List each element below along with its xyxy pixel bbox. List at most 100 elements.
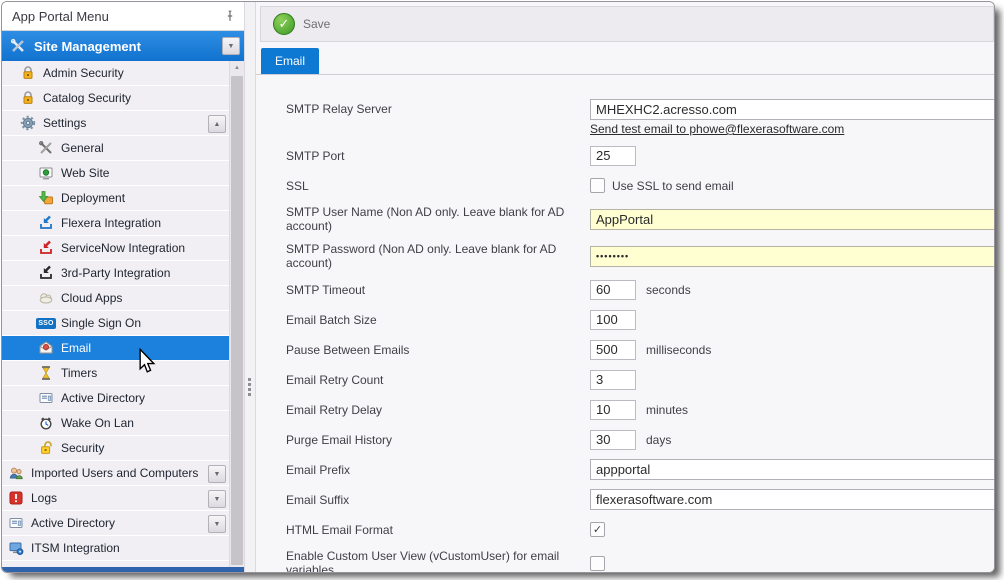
sidebar-item-general[interactable]: General (2, 135, 230, 160)
sidebar-item-flexera-integration[interactable]: Flexera Integration (2, 210, 230, 235)
save-button-label: Save (303, 17, 330, 31)
sidebar-section-site-management[interactable]: Site Management ▼ (2, 31, 244, 61)
sso-icon: SSO (37, 315, 55, 331)
field-label: SMTP User Name (Non AD only. Leave blank… (286, 205, 590, 233)
integration-dark-icon (37, 265, 55, 281)
sidebar: App Portal Menu Site Management ▼ Admin … (2, 2, 244, 572)
pause-between-emails-input[interactable] (590, 340, 636, 360)
sidebar-item-item[interactable] (2, 560, 230, 567)
sidebar-item-logs[interactable]: Logs ▼ (2, 485, 230, 510)
users-icon (7, 465, 25, 481)
save-button[interactable]: ✓ Save (269, 10, 340, 38)
tools-icon (37, 140, 55, 156)
form-row-email-retry-delay: Email Retry Delay minutes (286, 399, 995, 420)
field-label: HTML Email Format (286, 523, 590, 537)
form-row-smtp-port: SMTP Port (286, 145, 995, 166)
sidebar-item-3rd-party-integration[interactable]: 3rd-Party Integration (2, 260, 230, 285)
field-label: Enable Custom User View (vCustomUser) fo… (286, 549, 590, 572)
menu-title: App Portal Menu (12, 9, 222, 24)
sidebar-item-imported-users-and-computers[interactable]: Imported Users and Computers ▼ (2, 460, 230, 485)
scrollbar-thumb[interactable] (231, 76, 243, 565)
collapse-toggle-icon[interactable]: ▲ (208, 115, 226, 133)
sidebar-item-servicenow-integration[interactable]: ServiceNow Integration (2, 235, 230, 260)
field-label: Email Retry Count (286, 373, 590, 387)
sidebar-scrollbar[interactable]: ▲ (229, 61, 244, 567)
form-row-email-suffix: Email Suffix (286, 489, 995, 510)
expand-toggle-icon[interactable]: ▼ (208, 490, 226, 508)
email-batch-size-input[interactable] (590, 310, 636, 330)
sidebar-header: App Portal Menu (2, 2, 244, 31)
email-icon (37, 340, 55, 356)
form-row-purge-email-history: Purge Email History days (286, 429, 995, 450)
sidebar-item-settings[interactable]: Settings ▲ (2, 110, 230, 135)
email-prefix-input[interactable] (590, 459, 995, 480)
field-label: Email Suffix (286, 493, 590, 507)
email-retry-count-input[interactable] (590, 370, 636, 390)
lock-icon (19, 90, 37, 106)
email-settings-form: SMTP Relay Server Send test email to pho… (256, 75, 995, 572)
sidebar-item-wake-on-lan[interactable]: Wake On Lan (2, 410, 230, 435)
smtp-user-name-non-ad-only-leave-blank-for-ad-account-input[interactable] (590, 209, 995, 230)
field-label: Email Prefix (286, 463, 590, 477)
smtp-password-non-ad-only-leave-blank-for-ad-account-input[interactable] (590, 246, 995, 267)
unlock-icon (37, 440, 55, 456)
expand-toggle-icon[interactable]: ▼ (208, 515, 226, 533)
form-row-email-retry-count: Email Retry Count (286, 369, 995, 390)
sidebar-item-email[interactable]: Email (2, 335, 230, 360)
smtp-relay-server-input[interactable] (590, 99, 995, 120)
integration-red-icon (37, 240, 55, 256)
partially-visible-section-header (2, 567, 244, 572)
sidebar-item-timers[interactable]: Timers (2, 360, 230, 385)
form-row-ssl: SSL Use SSL to send email (286, 175, 995, 196)
lock-icon (19, 65, 37, 81)
sidebar-item-deployment[interactable]: Deployment (2, 185, 230, 210)
field-label: SMTP Password (Non AD only. Leave blank … (286, 242, 590, 270)
form-row-pause-between-emails: Pause Between Emails milliseconds (286, 339, 995, 360)
itsm-icon (7, 540, 25, 556)
hourglass-icon (37, 365, 55, 381)
sidebar-item-itsm-integration[interactable]: ITSM Integration (2, 535, 230, 560)
form-row-enable-custom-user-view-vcustomuser-for-email-variables: Enable Custom User View (vCustomUser) fo… (286, 549, 995, 572)
email-retry-delay-input[interactable] (590, 400, 636, 420)
pin-icon[interactable] (222, 8, 238, 24)
send-test-email-link[interactable]: Send test email to phowe@flexerasoftware… (590, 122, 844, 136)
expand-toggle-icon[interactable]: ▼ (208, 465, 226, 483)
form-row-smtp-relay-server: SMTP Relay Server Send test email to pho… (286, 99, 995, 136)
field-label: SMTP Timeout (286, 283, 590, 297)
field-label: Email Retry Delay (286, 403, 590, 417)
smtp-timeout-input[interactable] (590, 280, 636, 300)
sidebar-item-catalog-security[interactable]: Catalog Security (2, 85, 230, 110)
html-email-format-checkbox[interactable]: ✓ (590, 522, 605, 537)
sidebar-item-web-site[interactable]: Web Site (2, 160, 230, 185)
purge-email-history-input[interactable] (590, 430, 636, 450)
section-header-label: Site Management (34, 39, 222, 54)
splitter-handle[interactable] (244, 2, 256, 572)
smtp-port-input[interactable] (590, 146, 636, 166)
sidebar-item-single-sign-on[interactable]: SSO Single Sign On (2, 310, 230, 335)
email-suffix-input[interactable] (590, 489, 995, 510)
sidebar-item-cloud-apps[interactable]: Cloud Apps (2, 285, 230, 310)
field-label: Purge Email History (286, 433, 590, 447)
field-label: SSL (286, 179, 590, 193)
cloud-icon (37, 290, 55, 306)
save-check-icon: ✓ (273, 13, 295, 35)
section-collapse-button[interactable]: ▼ (222, 37, 240, 55)
sidebar-item-security[interactable]: Security (2, 435, 230, 460)
sidebar-item-active-directory[interactable]: Active Directory (2, 385, 230, 410)
scrollbar-up-icon[interactable]: ▲ (230, 61, 244, 75)
form-row-html-email-format: HTML Email Format ✓ (286, 519, 995, 540)
gear-icon (19, 115, 37, 131)
address-book-icon (37, 390, 55, 406)
tab-strip: Email (256, 48, 995, 75)
sidebar-item-active-directory[interactable]: Active Directory ▼ (2, 510, 230, 535)
unit-label: seconds (646, 283, 691, 297)
splitter-grip-icon (248, 378, 251, 398)
address-book-icon (7, 515, 25, 531)
form-row-email-batch-size: Email Batch Size (286, 309, 995, 330)
form-row-smtp-user-name-non-ad-only-leave-blank-for-ad-account: SMTP User Name (Non AD only. Leave blank… (286, 205, 995, 233)
main-content: ✓ Save Email SMTP Relay Server Send test… (256, 2, 995, 572)
enable-custom-user-view-vcustomuser-for-email-variables-checkbox[interactable] (590, 556, 605, 571)
sidebar-item-admin-security[interactable]: Admin Security (2, 61, 230, 85)
tab-email[interactable]: Email (261, 48, 319, 74)
ssl-checkbox[interactable] (590, 178, 605, 193)
